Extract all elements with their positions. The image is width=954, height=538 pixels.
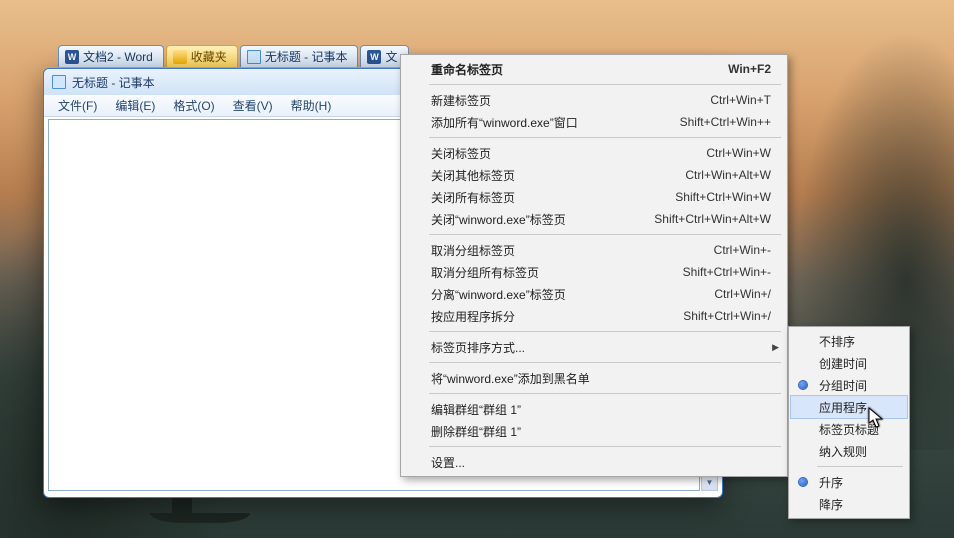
context-item-label: 设置... [431,454,771,471]
context-item-label: 将“winword.exe”添加到黑名单 [431,370,771,387]
context-item-shortcut: Ctrl+Win+W [706,146,771,160]
context-item-3[interactable]: 添加所有“winword.exe”窗口Shift+Ctrl+Win++ [403,111,785,133]
word-icon: W [367,50,381,64]
menu-item-3[interactable]: 查看(V) [225,95,281,116]
context-item-label: 关闭标签页 [431,145,706,162]
sort-submenu: 不排序创建时间分组时间应用程序标签页标题纳入规则升序降序 [788,326,910,519]
note-icon [247,50,261,64]
context-item-label: 添加所有“winword.exe”窗口 [431,114,680,131]
context-item-19[interactable]: 编辑群组“群组 1” [403,398,785,420]
tab-label: 文档2 - Word [83,48,153,65]
context-item-label: 标签页排序方式... [431,339,771,356]
desktop-background: W文档2 - Word收藏夹无标题 - 记事本W文 无标题 - 记事本 文件(F… [0,0,954,538]
menu-separator [429,446,781,447]
context-item-5[interactable]: 关闭标签页Ctrl+Win+W [403,142,785,164]
menu-separator [429,362,781,363]
tab-strip: W文档2 - Word收藏夹无标题 - 记事本W文 [58,45,409,69]
word-icon: W [65,50,79,64]
context-item-20[interactable]: 删除群组“群组 1” [403,420,785,442]
context-item-shortcut: Shift+Ctrl+Win++ [680,115,771,129]
sort-item-7[interactable]: 升序 [791,471,907,493]
context-item-shortcut: Shift+Ctrl+Win+- [683,265,771,279]
context-item-label: 取消分组标签页 [431,242,714,259]
context-item-label: 取消分组所有标签页 [431,264,683,281]
menu-separator [429,137,781,138]
context-item-shortcut: Ctrl+Win+/ [714,287,771,301]
sort-item-label: 标签页标题 [819,421,909,438]
context-item-shortcut: Ctrl+Win+Alt+W [685,168,771,182]
sort-item-label: 应用程序 [819,399,897,416]
context-item-shortcut: Shift+Ctrl+Win+Alt+W [654,212,771,226]
context-item-17[interactable]: 将“winword.exe”添加到黑名单 [403,367,785,389]
sort-item-label: 不排序 [819,333,893,350]
menu-separator [817,466,903,467]
context-item-label: 关闭“winword.exe”标签页 [431,211,654,228]
menu-separator [429,84,781,85]
context-item-12[interactable]: 分离“winword.exe”标签页Ctrl+Win+/ [403,283,785,305]
sort-item-label: 纳入规则 [819,443,897,460]
context-item-7[interactable]: 关闭所有标签页Shift+Ctrl+Win+W [403,186,785,208]
context-item-13[interactable]: 按应用程序拆分Shift+Ctrl+Win+/ [403,305,785,327]
context-item-label: 重命名标签页 [431,61,728,78]
context-item-label: 删除群组“群组 1” [431,423,771,440]
sort-item-label: 降序 [819,496,893,513]
context-item-label: 关闭其他标签页 [431,167,685,184]
sort-item-label: 创建时间 [819,355,897,372]
context-item-22[interactable]: 设置... [403,451,785,473]
context-item-label: 按应用程序拆分 [431,308,683,325]
context-item-shortcut: Ctrl+Win+- [714,243,771,257]
context-item-label: 编辑群组“群组 1” [431,401,771,418]
menu-separator [429,331,781,332]
context-item-10[interactable]: 取消分组标签页Ctrl+Win+- [403,239,785,261]
tab-label: 文 [385,48,397,65]
menu-separator [429,393,781,394]
context-item-shortcut: Shift+Ctrl+Win+W [675,190,771,204]
context-item-shortcut: Shift+Ctrl+Win+/ [683,309,771,323]
context-item-8[interactable]: 关闭“winword.exe”标签页Shift+Ctrl+Win+Alt+W [403,208,785,230]
context-item-shortcut: Ctrl+Win+T [710,93,771,107]
tab-1[interactable]: 收藏夹 [166,45,238,67]
context-item-2[interactable]: 新建标签页Ctrl+Win+T [403,89,785,111]
sort-item-5[interactable]: 纳入规则 [791,440,907,462]
menu-item-4[interactable]: 帮助(H) [283,95,340,116]
menu-item-2[interactable]: 格式(O) [165,95,222,116]
sort-item-3[interactable]: 应用程序 [791,396,907,418]
submenu-arrow-icon: ▶ [772,342,779,353]
context-item-15[interactable]: 标签页排序方式...▶ [403,336,785,358]
tab-label: 无标题 - 记事本 [265,48,348,65]
notepad-icon [52,75,66,89]
menu-item-1[interactable]: 编辑(E) [107,95,163,116]
sort-item-label: 分组时间 [819,377,897,394]
sort-item-4[interactable]: 标签页标题 [791,418,907,440]
tab-2[interactable]: 无标题 - 记事本 [240,45,359,67]
radio-dot-icon [799,478,807,486]
sort-item-8[interactable]: 降序 [791,493,907,515]
radio-dot-icon [799,381,807,389]
tab-label: 收藏夹 [191,48,227,65]
context-item-11[interactable]: 取消分组所有标签页Shift+Ctrl+Win+- [403,261,785,283]
menu-separator [429,234,781,235]
menu-item-0[interactable]: 文件(F) [50,95,105,116]
sort-item-1[interactable]: 创建时间 [791,352,907,374]
context-item-shortcut: Win+F2 [728,62,771,76]
tab-0[interactable]: W 文档2 - Word [58,45,164,67]
context-item-label: 分离“winword.exe”标签页 [431,286,714,303]
context-item-0[interactable]: 重命名标签页Win+F2 [403,58,785,80]
sort-item-label: 升序 [819,474,893,491]
context-item-label: 新建标签页 [431,92,710,109]
context-item-label: 关闭所有标签页 [431,189,675,206]
sort-item-0[interactable]: 不排序 [791,330,907,352]
sort-item-2[interactable]: 分组时间 [791,374,907,396]
window-title: 无标题 - 记事本 [72,74,155,91]
folder-icon [173,50,187,64]
context-item-6[interactable]: 关闭其他标签页Ctrl+Win+Alt+W [403,164,785,186]
tab-context-menu: 重命名标签页Win+F2新建标签页Ctrl+Win+T添加所有“winword.… [400,54,788,477]
